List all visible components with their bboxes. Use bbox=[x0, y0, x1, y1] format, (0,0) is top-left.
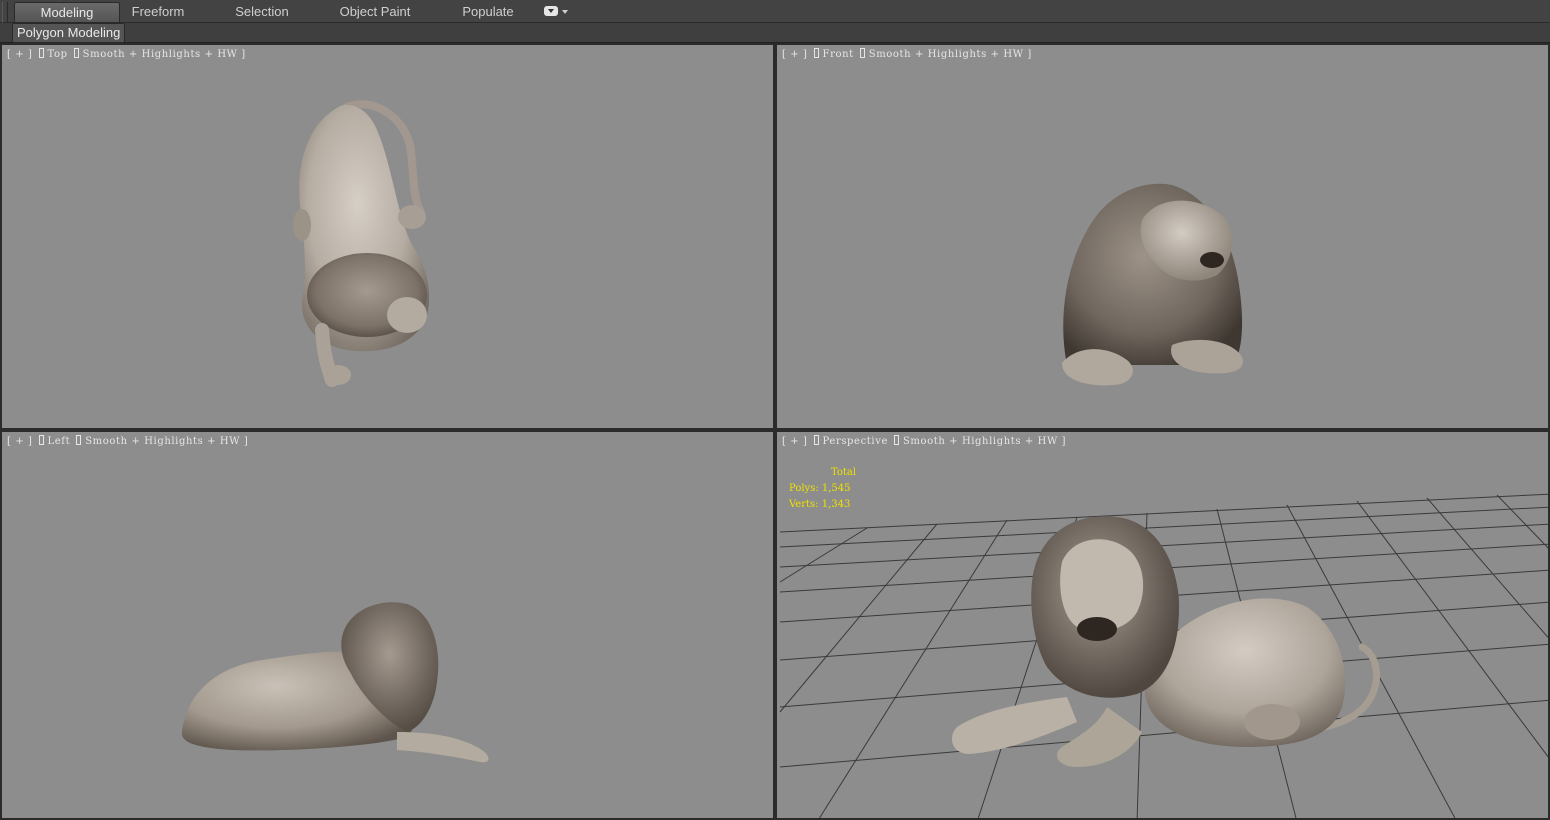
tab-populate[interactable]: Populate bbox=[450, 2, 526, 21]
stats-total-heading: Total bbox=[831, 467, 857, 478]
ribbon-tab-bar: Modeling Freeform Selection Object Paint… bbox=[0, 0, 1550, 40]
scene-statistics: Total Polys: 1,545 Verts: 1,343 bbox=[789, 465, 856, 513]
tab-selection[interactable]: Selection bbox=[222, 2, 302, 21]
stats-verts: Verts: 1,343 bbox=[789, 499, 851, 510]
viewport-top[interactable]: [ + ] Top Smooth + Highlights + HW ] bbox=[0, 43, 775, 430]
viewport-shading-mode[interactable]: Smooth + Highlights + HW ] bbox=[903, 436, 1066, 447]
viewport-front[interactable]: [ + ] Front Smooth + Highlights + HW ] bbox=[775, 43, 1550, 430]
tab-freeform[interactable]: Freeform bbox=[118, 2, 198, 21]
viewport-left[interactable]: [ + ] Left Smooth + Highlights + HW ] bbox=[0, 430, 775, 820]
viewport-menu-plus[interactable]: [ + ] bbox=[782, 436, 808, 447]
stats-polys: Polys: 1,545 bbox=[789, 483, 851, 494]
viewport-view-name[interactable]: Perspective bbox=[823, 436, 888, 447]
ribbon-panel-bar: Polygon Modeling bbox=[0, 23, 1550, 44]
lion-model-front-view[interactable] bbox=[777, 45, 1550, 430]
tab-object-paint[interactable]: Object Paint bbox=[330, 2, 420, 21]
lion-model-left-view[interactable] bbox=[2, 432, 775, 820]
lion-model-top-view[interactable] bbox=[2, 45, 775, 430]
viewport-menu-separator bbox=[893, 435, 899, 445]
grid-and-lion-perspective[interactable] bbox=[777, 432, 1550, 820]
viewport-menu-separator bbox=[813, 435, 819, 445]
ribbon-options-dropdown[interactable] bbox=[544, 6, 570, 18]
polygon-modeling-button[interactable]: Polygon Modeling bbox=[12, 23, 126, 43]
chevron-down-icon bbox=[562, 10, 568, 14]
ribbon-options-icon bbox=[544, 6, 558, 16]
viewport-perspective[interactable]: [ + ] Perspective Smooth + Highlights + HW… bbox=[775, 430, 1550, 820]
viewport-label-perspective[interactable]: [ + ] Perspective Smooth + Highlights + HW… bbox=[782, 435, 1066, 447]
tab-modeling[interactable]: Modeling bbox=[14, 2, 120, 22]
